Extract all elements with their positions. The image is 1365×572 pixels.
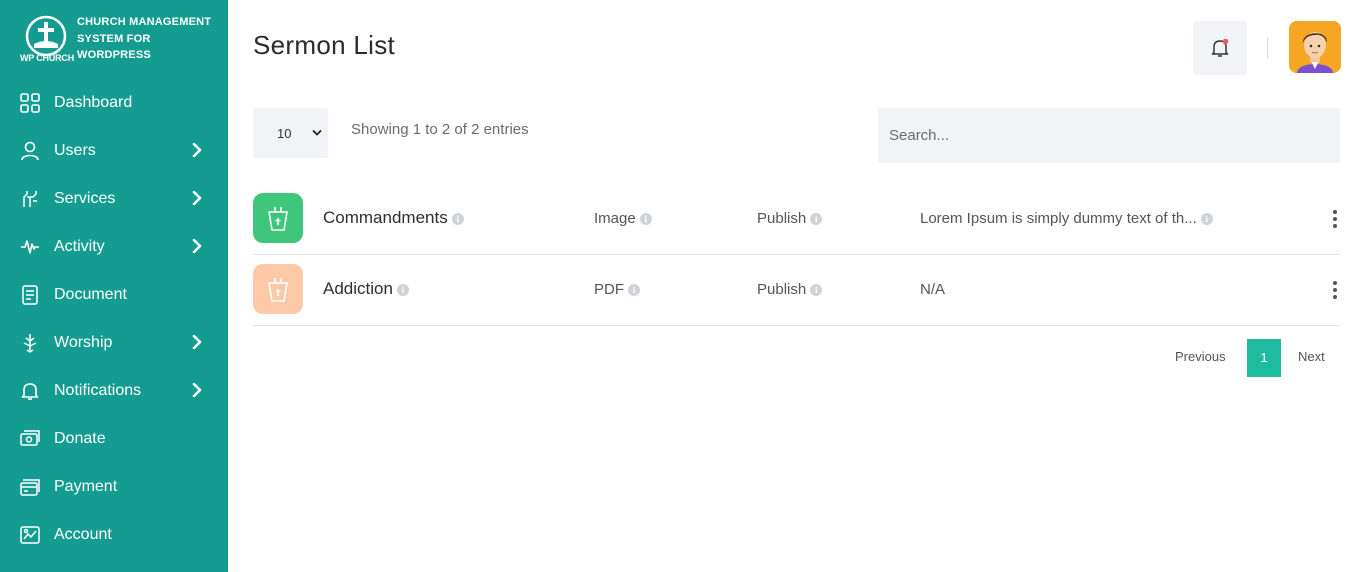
podium-icon bbox=[268, 207, 288, 231]
chevron-right-icon bbox=[192, 383, 202, 397]
sidebar-item-users[interactable]: Users bbox=[0, 127, 228, 175]
worship-icon bbox=[23, 334, 37, 353]
row-actions-menu-icon[interactable] bbox=[1332, 281, 1338, 303]
account-icon bbox=[20, 526, 40, 544]
sermon-thumbnail bbox=[253, 264, 303, 314]
header-divider bbox=[1267, 38, 1268, 58]
sermon-description: Lorem Ipsum is simply dummy text of th..… bbox=[920, 210, 1213, 227]
sermon-title[interactable]: Addiction i bbox=[323, 279, 409, 299]
sermon-thumbnail bbox=[253, 193, 303, 243]
pagination-page-1[interactable]: 1 bbox=[1247, 339, 1281, 377]
info-icon: i bbox=[628, 284, 640, 296]
sidebar: WP CHURCH CHURCH MANAGEMENT SYSTEM FOR W… bbox=[0, 0, 228, 572]
pagination-previous[interactable]: Previous bbox=[1175, 349, 1226, 364]
bell-icon bbox=[21, 383, 39, 400]
sidebar-item-label: Payment bbox=[54, 478, 118, 495]
sermon-type: PDF i bbox=[594, 281, 640, 298]
sermon-title[interactable]: Commandments i bbox=[323, 208, 464, 228]
sermon-description-text: N/A bbox=[920, 281, 946, 298]
sermon-status-text: Publish bbox=[757, 281, 807, 298]
info-icon: i bbox=[1200, 213, 1213, 225]
sidebar-item-donate[interactable]: Donate bbox=[0, 415, 228, 463]
donate-icon bbox=[20, 430, 40, 446]
sermon-status-text: Publish bbox=[757, 210, 807, 227]
info-icon: i bbox=[810, 284, 823, 296]
chevron-right-icon bbox=[192, 191, 202, 205]
brand-name: CHURCH MANAGEMENT SYSTEM FOR WORDPRESS bbox=[77, 16, 212, 61]
table-row[interactable]: Commandments i Image i Publish i Lorem Ipsu… bbox=[253, 183, 1340, 255]
user-avatar[interactable] bbox=[1289, 21, 1341, 73]
sidebar-item-label: Account bbox=[54, 526, 112, 543]
entries-per-page-value: 10 bbox=[277, 126, 292, 141]
sermon-title-text: Addiction bbox=[323, 279, 393, 298]
entries-info: Showing 1 to 2 of 2 entries bbox=[351, 121, 529, 138]
services-icon bbox=[23, 191, 37, 207]
notifications-button[interactable] bbox=[1193, 21, 1247, 75]
sermon-type-text: Image bbox=[594, 210, 636, 227]
podium-icon bbox=[268, 278, 288, 302]
pagination-next[interactable]: Next bbox=[1298, 349, 1325, 364]
sidebar-item-label: Document bbox=[54, 286, 127, 303]
payment-icon bbox=[20, 479, 40, 496]
info-icon: i bbox=[639, 213, 652, 225]
sidebar-item-account[interactable]: Account bbox=[0, 511, 228, 559]
sidebar-item-label: Services bbox=[54, 190, 116, 207]
sidebar-item-label: Notifications bbox=[54, 382, 142, 399]
document-icon bbox=[22, 285, 38, 305]
sermon-title-text: Commandments bbox=[323, 208, 448, 227]
brand[interactable]: WP CHURCH CHURCH MANAGEMENT SYSTEM FOR W… bbox=[18, 12, 212, 66]
sidebar-item-payment[interactable]: Payment bbox=[0, 463, 228, 511]
sermon-type-text: PDF bbox=[594, 281, 624, 298]
info-icon: i bbox=[810, 213, 823, 225]
main-content: Sermon List 10 Showing 1 to 2 of 2 entri… bbox=[228, 0, 1365, 572]
chevron-right-icon bbox=[192, 335, 202, 349]
sidebar-item-services[interactable]: Services bbox=[0, 175, 228, 223]
chevron-down-icon bbox=[312, 129, 322, 136]
sidebar-item-notifications[interactable]: Notifications bbox=[0, 367, 228, 415]
sermon-description-text: Lorem Ipsum is simply dummy text of th..… bbox=[920, 210, 1197, 227]
sidebar-item-label: Users bbox=[54, 142, 96, 159]
chevron-right-icon bbox=[192, 239, 202, 253]
table-row[interactable]: Addiction i PDF i Publish i N/A bbox=[253, 254, 1340, 326]
sidebar-nav: Dashboard Users Services Activity Docume… bbox=[0, 79, 228, 559]
sermon-type: Image i bbox=[594, 210, 652, 227]
sermon-status: Publish i bbox=[757, 281, 823, 298]
activity-icon bbox=[21, 240, 39, 254]
dashboard-icon bbox=[20, 93, 40, 113]
bell-icon bbox=[1211, 38, 1229, 57]
search-input[interactable] bbox=[878, 108, 1340, 163]
sidebar-item-worship[interactable]: Worship bbox=[0, 319, 228, 367]
info-icon: i bbox=[396, 284, 409, 296]
sermon-status: Publish i bbox=[757, 210, 823, 227]
page-title: Sermon List bbox=[253, 30, 396, 60]
sidebar-item-document[interactable]: Document bbox=[0, 271, 228, 319]
sidebar-item-dashboard[interactable]: Dashboard bbox=[0, 79, 228, 127]
entries-per-page-select[interactable]: 10 bbox=[253, 108, 328, 158]
chevron-right-icon bbox=[192, 143, 202, 157]
sidebar-item-label: Donate bbox=[54, 430, 106, 447]
row-actions-menu-icon[interactable] bbox=[1332, 210, 1338, 232]
sidebar-item-activity[interactable]: Activity bbox=[0, 223, 228, 271]
sermon-description: N/A bbox=[920, 281, 945, 298]
sidebar-item-label: Worship bbox=[54, 334, 113, 351]
info-icon: i bbox=[451, 213, 464, 225]
sidebar-item-label: Activity bbox=[54, 238, 105, 255]
user-icon bbox=[21, 141, 39, 161]
church-logo-icon: WP CHURCH bbox=[18, 12, 75, 66]
sidebar-item-label: Dashboard bbox=[54, 94, 133, 111]
avatar-icon bbox=[1289, 21, 1341, 73]
logo-text: WP CHURCH bbox=[20, 53, 75, 63]
